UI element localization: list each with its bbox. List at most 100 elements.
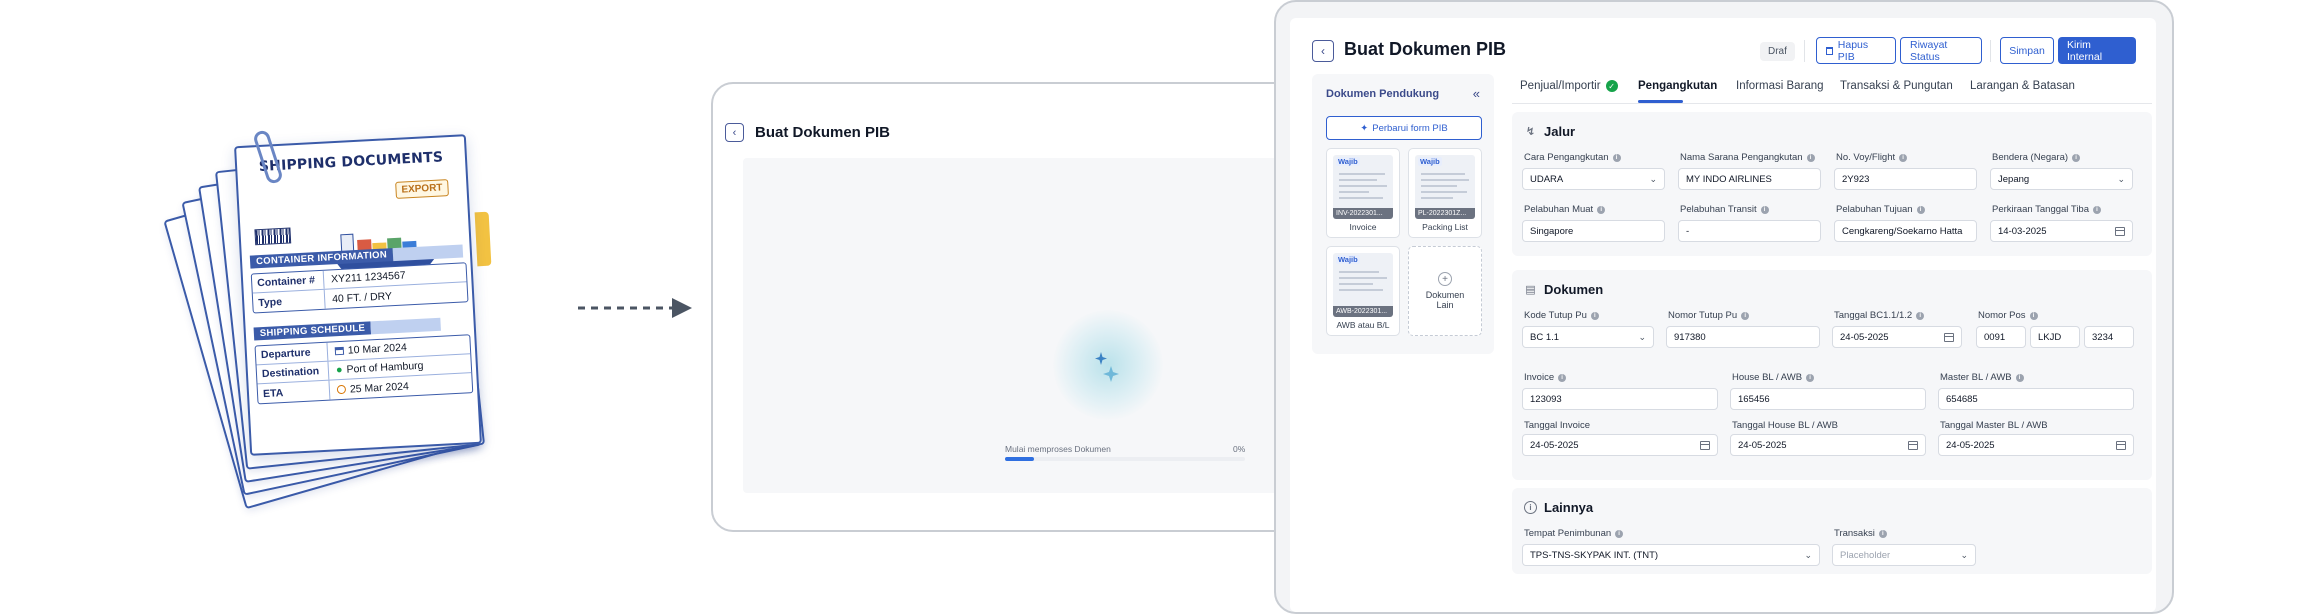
info-icon: i <box>1590 311 1599 320</box>
send-internal-button[interactable]: Kirim Internal <box>2058 37 2136 64</box>
divider <box>1990 40 1991 62</box>
nomor-tutup-pu-input[interactable]: 917380 <box>1666 326 1820 348</box>
field-label: Nomor Pos i <box>1978 310 2038 321</box>
yellow-tab <box>474 211 492 267</box>
house-bl-input[interactable]: 165456 <box>1730 388 1926 410</box>
document-label: Invoice <box>1349 222 1377 232</box>
field-label: Nomor Tutup Pu i <box>1668 310 1750 321</box>
shipping-schedule-table: Departure 10 Mar 2024 Destination ● Port… <box>254 334 474 405</box>
field-label: Pelabuhan Transit i <box>1680 204 1769 215</box>
invoice-input[interactable]: 123093 <box>1522 388 1718 410</box>
field-label: Tanggal Master BL / AWB <box>1940 420 2048 431</box>
document-label: AWB atau B/L <box>1336 320 1390 330</box>
pelabuhan-muat-input[interactable]: Singapore <box>1522 220 1665 242</box>
chevron-down-icon: ⌄ <box>1804 549 1812 560</box>
barcode-icon <box>254 227 292 246</box>
info-icon: i <box>2015 373 2024 382</box>
nomor-pos-input-2[interactable]: LKJD <box>2030 326 2080 348</box>
progress-bar <box>1005 457 1245 461</box>
sparkle-icon: ✦ <box>1360 122 1369 134</box>
supporting-documents-sidebar: Dokumen Pendukung « ✦ Perbarui form PIB … <box>1312 74 1494 354</box>
tanggal-master-bl-datepicker[interactable]: 24-05-2025 <box>1938 434 2134 456</box>
schedule-section-title: SHIPPING SCHEDULE <box>253 321 372 341</box>
info-icon: i <box>2072 153 2081 162</box>
field-label: Cara Pengangkutan i <box>1524 152 1621 163</box>
section-title: Jalur <box>1544 124 1576 139</box>
document-thumbnail-packing-list[interactable]: Wajib PL-2022301Z... Packing List <box>1408 148 1482 238</box>
status-history-button[interactable]: Riwayat Status <box>1900 37 1982 64</box>
trash-icon <box>1826 46 1833 55</box>
field-label: Pelabuhan Muat i <box>1524 204 1606 215</box>
field-label: Nama Sarana Pengangkutan i <box>1680 152 1815 163</box>
chevron-down-icon: ⌄ <box>2117 173 2125 184</box>
delete-pib-button[interactable]: Hapus PIB <box>1816 37 1896 64</box>
section-dokumen: ▤ Dokumen Kode Tutup Pu i BC 1.1 ⌄ Nomor T… <box>1512 270 2152 480</box>
info-icon: i <box>1558 373 1567 382</box>
document-preview: Wajib AWB-2022301... <box>1333 253 1393 317</box>
tanggal-invoice-datepicker[interactable]: 24-05-2025 <box>1522 434 1718 456</box>
document-thumbnail-awb[interactable]: Wajib AWB-2022301... AWB atau B/L <box>1326 246 1400 336</box>
info-icon: i <box>2029 311 2038 320</box>
tab-pengangkutan[interactable]: Pengangkutan <box>1638 80 1717 92</box>
document-code: AWB-2022301... <box>1333 306 1393 317</box>
master-bl-input[interactable]: 654685 <box>1938 388 2134 410</box>
plus-icon: + <box>1438 272 1452 286</box>
document-code: PL-2022301Z... <box>1415 208 1475 219</box>
pelabuhan-transit-input[interactable]: - <box>1678 220 1821 242</box>
shipping-documents-illustration: SHIPPING DOCUMENTS EXPORT CONTAINER INFO… <box>160 108 540 510</box>
chevron-left-icon: ‹ <box>732 126 737 139</box>
voy-flight-input[interactable]: 2Y923 <box>1834 168 1977 190</box>
save-button[interactable]: Simpan <box>2000 37 2054 64</box>
collapse-icon[interactable]: « <box>1473 86 1480 101</box>
required-tag: Wajib <box>1418 157 1442 166</box>
processing-window: ‹ Buat Dokumen PIB Mulai memproses Dokum… <box>711 82 1311 532</box>
field-label: Tanggal House BL / AWB <box>1732 420 1838 431</box>
required-tag: Wajib <box>1336 157 1360 166</box>
tempat-penimbunan-select[interactable]: TPS-TNS-SKYPAK INT. (TNT) ⌄ <box>1522 544 1820 566</box>
info-icon: i <box>1741 311 1750 320</box>
add-document-label: Dokumen Lain <box>1425 290 1465 310</box>
refresh-form-button[interactable]: ✦ Perbarui form PIB <box>1326 116 1482 140</box>
clock-icon <box>336 384 347 395</box>
nomor-pos-input-3[interactable]: 3234 <box>2084 326 2134 348</box>
divider <box>1804 40 1805 62</box>
tanggal-bc-datepicker[interactable]: 24-05-2025 <box>1832 326 1962 348</box>
field-label: Tanggal BC1.1/1.2 i <box>1834 310 1925 321</box>
document-thumbnail-invoice[interactable]: Wajib INV-2022301... Invoice <box>1326 148 1400 238</box>
section-jalur: ↯ Jalur Cara Pengangkutan i UDARA ⌄ Nama S… <box>1512 112 2152 256</box>
add-document-button[interactable]: + Dokumen Lain <box>1408 246 1482 336</box>
sarana-pengangkutan-input[interactable]: MY INDO AIRLINES <box>1678 168 1821 190</box>
pelabuhan-tujuan-input[interactable]: Cengkareng/Soekarno Hatta <box>1834 220 1977 242</box>
field-label: Kode Tutup Pu i <box>1524 310 1599 321</box>
document-preview: Wajib PL-2022301Z... <box>1415 155 1475 219</box>
document-preview: Wajib INV-2022301... <box>1333 155 1393 219</box>
transaksi-select[interactable]: Placeholder ⌄ <box>1832 544 1976 566</box>
sidebar-title: Dokumen Pendukung <box>1326 88 1440 100</box>
kode-tutup-pu-select[interactable]: BC 1.1 ⌄ <box>1522 326 1654 348</box>
tanggal-house-bl-datepicker[interactable]: 24-05-2025 <box>1730 434 1926 456</box>
page-title: Buat Dokumen PIB <box>755 124 891 141</box>
container-info-table: Container # XY211 1234567 Type 40 FT. / … <box>250 262 469 314</box>
field-label: Transaksi i <box>1834 528 1887 539</box>
status-badge: Draf <box>1760 42 1795 61</box>
chevron-down-icon: ⌄ <box>1649 173 1657 184</box>
tab-penjual-importir[interactable]: Penjual/Importir ✓ <box>1520 80 1618 92</box>
info-icon: i <box>2093 205 2101 214</box>
bendera-select[interactable]: Jepang ⌄ <box>1990 168 2133 190</box>
field-label: Tempat Penimbunan i <box>1524 528 1624 539</box>
page-title: Buat Dokumen PIB <box>1344 39 1507 59</box>
loading-percent: 0% <box>1233 444 1246 454</box>
progress-bar-fill <box>1005 457 1034 461</box>
form-window: ‹ Buat Dokumen PIB Draf Hapus PIB Riwaya… <box>1274 0 2174 614</box>
tanggal-tiba-datepicker[interactable]: 14-03-2025 <box>1990 220 2133 242</box>
document-code: INV-2022301... <box>1333 208 1393 219</box>
nomor-pos-input-1[interactable]: 0091 <box>1976 326 2026 348</box>
tab-informasi-barang[interactable]: Informasi Barang <box>1736 80 1824 92</box>
back-button[interactable]: ‹ <box>1312 40 1334 62</box>
info-icon: i <box>1597 205 1606 214</box>
back-button[interactable]: ‹ <box>725 123 744 142</box>
tab-larangan-batasan[interactable]: Larangan & Batasan <box>1970 80 2075 92</box>
section-title: Dokumen <box>1544 282 1604 297</box>
cara-pengangkutan-select[interactable]: UDARA ⌄ <box>1522 168 1665 190</box>
tab-transaksi-pungutan[interactable]: Transaksi & Pungutan <box>1840 80 1953 92</box>
